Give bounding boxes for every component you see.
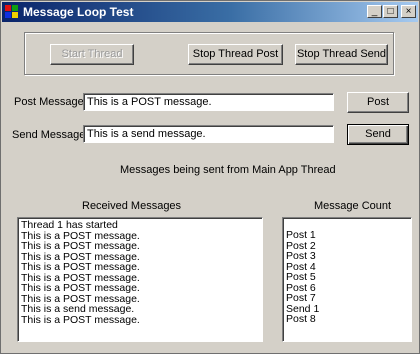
close-icon: × [405, 6, 412, 17]
title-bar[interactable]: Message Loop Test _ □ × [2, 2, 418, 22]
app-window: Message Loop Test _ □ × Start Thread Sto… [0, 0, 420, 354]
send-message-label: Send Message [12, 129, 86, 141]
stop-thread-send-button[interactable]: Stop Thread Send [295, 44, 388, 65]
received-messages-label: Received Messages [82, 200, 182, 212]
status-text: Messages being sent from Main App Thread [120, 164, 336, 176]
post-message-label: Post Message [14, 96, 84, 108]
post-message-input[interactable]: This is a POST message. [83, 93, 334, 111]
send-message-input[interactable]: This is a send message. [83, 125, 334, 143]
send-button[interactable]: Send [347, 124, 409, 145]
list-item[interactable]: Post 1 [286, 230, 408, 241]
list-item[interactable]: Post 3 [286, 251, 408, 262]
list-item[interactable]: Post 7 [286, 293, 408, 304]
maximize-button[interactable]: □ [383, 5, 398, 18]
message-count-label: Message Count [314, 200, 392, 212]
post-button[interactable]: Post [347, 92, 409, 113]
close-button[interactable]: × [401, 5, 416, 18]
list-item[interactable]: This is a POST message. [21, 283, 259, 294]
list-item[interactable]: This is a POST message. [21, 241, 259, 252]
list-item[interactable]: Post 8 [286, 314, 408, 325]
maximize-icon: □ [387, 6, 394, 17]
list-item[interactable]: Post 5 [286, 272, 408, 283]
minimize-button[interactable]: _ [367, 5, 382, 18]
minimize-icon: _ [371, 6, 378, 17]
window-title: Message Loop Test [23, 5, 134, 19]
message-count-list[interactable]: Post 1 Post 2 Post 3 Post 4 Post 5 Post … [282, 217, 412, 342]
app-icon [5, 5, 19, 19]
list-item[interactable]: This is a POST message. [21, 314, 259, 326]
stop-thread-post-button[interactable]: Stop Thread Post [188, 44, 283, 65]
list-item[interactable]: This is a send message. [21, 304, 259, 315]
received-messages-list[interactable]: Thread 1 has started This is a POST mess… [17, 217, 263, 342]
start-thread-button[interactable]: Start Thread [50, 44, 134, 65]
list-item[interactable]: This is a POST message. [21, 262, 259, 273]
list-item[interactable]: Thread 1 has started [21, 220, 259, 231]
